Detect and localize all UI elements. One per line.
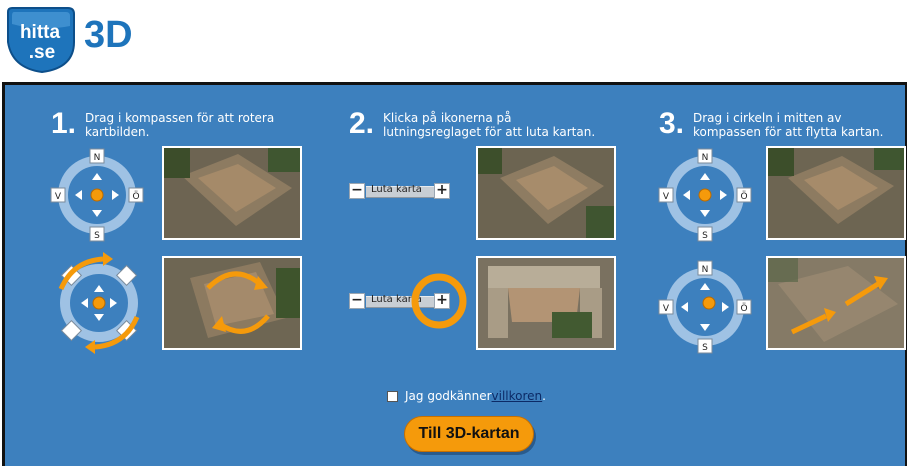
terms-suffix: .: [542, 389, 546, 403]
highlight-ring-icon: [411, 273, 467, 329]
compass-move-demo: N S V Ö: [658, 260, 752, 354]
terms-label: Jag godkänner: [405, 389, 492, 403]
compass4-east-label: Ö: [740, 303, 747, 314]
step-3-text-line2: kompassen för att flytta kartan.: [693, 125, 884, 139]
terms-row: Jag godkänner villkoren .: [387, 389, 546, 403]
step-3-number: 3.: [659, 107, 685, 140]
tilt-slider[interactable]: − Luta karta +: [349, 181, 451, 201]
compass-east-label: Ö: [132, 191, 139, 202]
step-1-number: 1.: [51, 107, 77, 140]
aerial-photo-3b: [766, 256, 906, 350]
tilt-slider-label: Luta karta: [371, 184, 422, 195]
compass-north-label: N: [94, 153, 101, 163]
compass-widget-step3: N S V Ö: [658, 148, 752, 242]
aerial-photo-1a: [162, 146, 302, 240]
compass3-south-label: S: [702, 231, 708, 241]
terms-checkbox[interactable]: [387, 390, 398, 402]
compass4-north-label: N: [702, 265, 709, 275]
compass3-west-label: V: [663, 192, 670, 202]
compass4-south-label: S: [702, 343, 708, 353]
compass3-east-label: Ö: [740, 191, 747, 202]
logo-text-line1: hitta: [20, 22, 61, 43]
open-3d-map-button[interactable]: Till 3D-kartan: [404, 416, 534, 452]
step-1-text-line1: Drag i kompassen för att rotera: [85, 111, 275, 125]
tilt-plus-button[interactable]: +: [434, 183, 450, 199]
compass3-north-label: N: [702, 153, 709, 163]
step-1-text-line2: kartbilden.: [85, 125, 150, 139]
step-2-text-line2: lutningsreglaget för att luta kartan.: [383, 125, 596, 139]
step-3-text-line1: Drag i cirkeln i mitten av: [693, 111, 842, 125]
tilt-minus-button-demo: −: [349, 293, 365, 309]
tilt-minus-button[interactable]: −: [349, 183, 365, 199]
instructions-panel: 1. Drag i kompassen för att rotera kartb…: [2, 82, 907, 466]
compass-south-label: S: [94, 231, 100, 241]
compass-rotate-demo: [58, 252, 140, 354]
hitta-logo[interactable]: hitta .se: [4, 2, 76, 74]
aerial-photo-1b: [162, 256, 302, 350]
compass-west-label: V: [55, 192, 62, 202]
step-2-text-line1: Klicka på ikonerna på: [383, 111, 512, 125]
header: hitta .se 3D: [0, 0, 911, 82]
aerial-photo-2a: [476, 146, 616, 240]
aerial-photo-3a: [766, 146, 906, 240]
compass-widget[interactable]: N S V Ö: [49, 147, 145, 243]
logo-text-line2: .se: [29, 42, 55, 63]
aerial-photo-2b: [476, 256, 616, 350]
terms-link[interactable]: villkoren: [492, 389, 543, 403]
page-title: 3D: [84, 14, 133, 56]
step-2-number: 2.: [349, 107, 375, 140]
compass4-west-label: V: [663, 304, 670, 314]
